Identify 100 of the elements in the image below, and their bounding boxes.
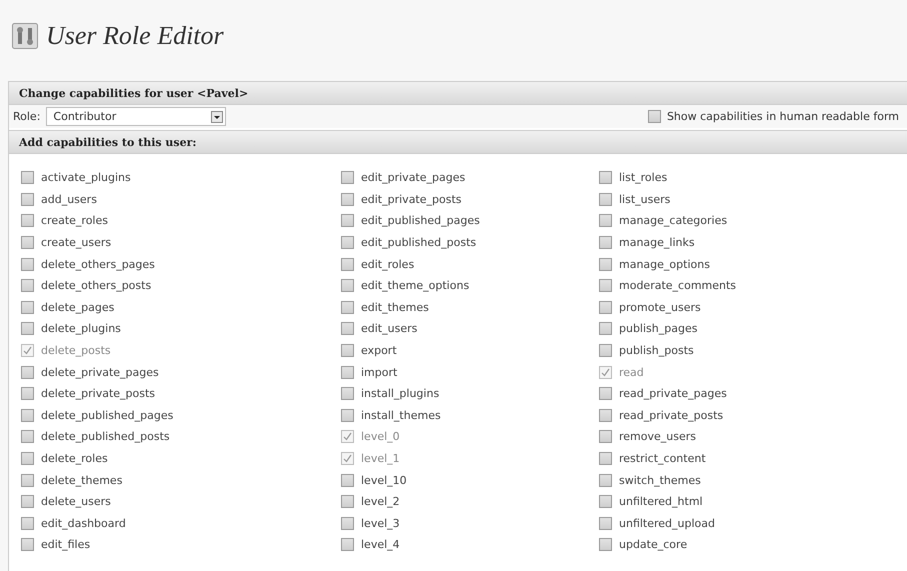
checkbox[interactable] bbox=[341, 300, 354, 314]
checkbox[interactable] bbox=[599, 430, 612, 444]
capability-label: delete_plugins bbox=[41, 322, 121, 336]
checkbox[interactable] bbox=[599, 516, 612, 530]
checkbox[interactable] bbox=[21, 258, 34, 271]
checkbox[interactable] bbox=[599, 236, 612, 250]
capability-label: publish_pages bbox=[619, 322, 698, 336]
capability-label: edit_dashboard bbox=[41, 516, 126, 530]
checkbox[interactable] bbox=[21, 171, 34, 184]
capability-label: remove_users bbox=[619, 430, 696, 444]
capability-label: install_plugins bbox=[361, 387, 440, 400]
checkbox[interactable] bbox=[599, 538, 612, 552]
capability-label: read_private_pages bbox=[619, 387, 727, 400]
capability-label: edit_theme_options bbox=[361, 279, 470, 292]
capability-label: delete_posts bbox=[41, 344, 111, 358]
checkbox[interactable] bbox=[599, 300, 612, 314]
capability-label: delete_themes bbox=[41, 474, 122, 487]
checkbox[interactable] bbox=[341, 171, 354, 184]
capability-label: create_roles bbox=[41, 214, 108, 228]
checkbox[interactable] bbox=[21, 495, 34, 508]
checkbox[interactable] bbox=[341, 279, 354, 292]
checkbox[interactable] bbox=[341, 387, 354, 400]
checkbox[interactable] bbox=[341, 344, 354, 358]
capability-label: level_0 bbox=[361, 430, 400, 444]
checkbox[interactable] bbox=[599, 171, 612, 184]
checkbox[interactable] bbox=[341, 236, 354, 250]
checkbox[interactable] bbox=[21, 236, 34, 250]
checkbox[interactable] bbox=[21, 387, 34, 400]
role-select[interactable]: Contributor bbox=[46, 107, 226, 126]
checkbox[interactable] bbox=[599, 322, 612, 336]
capability-label: export bbox=[361, 344, 397, 358]
capability-label: delete_published_posts bbox=[41, 430, 170, 444]
capability-label: publish_posts bbox=[619, 344, 694, 358]
checkbox[interactable] bbox=[599, 452, 612, 466]
capability-label: add_users bbox=[41, 192, 97, 206]
role-label: Role: bbox=[13, 110, 40, 123]
capability-label: moderate_comments bbox=[619, 279, 736, 292]
capability-label: switch_themes bbox=[619, 474, 701, 487]
checkbox[interactable] bbox=[21, 322, 34, 336]
checkbox[interactable] bbox=[21, 192, 34, 206]
capability-label: activate_plugins bbox=[41, 171, 131, 184]
capability-label: create_users bbox=[41, 236, 112, 250]
checkbox[interactable] bbox=[599, 366, 612, 379]
checkbox[interactable] bbox=[599, 344, 612, 358]
checkbox[interactable] bbox=[21, 300, 34, 314]
capability-label: edit_published_posts bbox=[361, 236, 476, 250]
checkbox[interactable] bbox=[599, 279, 612, 292]
capability-label: level_4 bbox=[361, 538, 400, 552]
capability-label: list_roles bbox=[619, 171, 668, 184]
capability-label: level_2 bbox=[361, 495, 400, 508]
checkbox[interactable] bbox=[341, 322, 354, 336]
checkbox[interactable] bbox=[648, 110, 661, 123]
checkbox[interactable] bbox=[599, 214, 612, 228]
capability-label: edit_files bbox=[41, 538, 90, 552]
checkbox[interactable] bbox=[341, 366, 354, 379]
section-heading: Add capabilities to this user: bbox=[9, 130, 907, 154]
checkbox[interactable] bbox=[599, 387, 612, 400]
capability-label: edit_published_pages bbox=[361, 214, 480, 228]
checkbox[interactable] bbox=[21, 430, 34, 444]
capability-label: delete_others_posts bbox=[41, 279, 152, 292]
checkbox[interactable] bbox=[341, 408, 354, 422]
capability-label: manage_categories bbox=[619, 214, 728, 228]
capability-label: edit_users bbox=[361, 322, 418, 336]
checkbox[interactable] bbox=[21, 408, 34, 422]
checkbox[interactable] bbox=[21, 366, 34, 379]
capability-label: install_themes bbox=[361, 408, 441, 422]
checkbox[interactable] bbox=[21, 538, 34, 552]
capability-label: edit_roles bbox=[361, 258, 414, 271]
capability-label: delete_published_pages bbox=[41, 408, 174, 422]
checkbox[interactable] bbox=[599, 474, 612, 487]
checkbox[interactable] bbox=[341, 258, 354, 271]
checkbox[interactable] bbox=[341, 192, 354, 206]
capability-label: edit_private_posts bbox=[361, 192, 462, 206]
capability-label: delete_private_posts bbox=[41, 387, 156, 400]
checkbox-label: Show capabilities in human readable form bbox=[666, 110, 899, 123]
tools-icon bbox=[12, 23, 38, 49]
checkbox[interactable] bbox=[341, 430, 354, 444]
checkbox[interactable] bbox=[599, 258, 612, 271]
capability-label: manage_options bbox=[619, 258, 710, 271]
capability-label: delete_others_pages bbox=[41, 258, 155, 271]
checkbox[interactable] bbox=[341, 452, 354, 466]
checkbox[interactable] bbox=[341, 516, 354, 530]
capability-label: edit_private_pages bbox=[361, 171, 466, 184]
checkbox[interactable] bbox=[21, 279, 34, 292]
checkbox[interactable] bbox=[21, 344, 34, 358]
checkbox[interactable] bbox=[599, 192, 612, 206]
checkbox[interactable] bbox=[21, 516, 34, 530]
checkbox[interactable] bbox=[599, 408, 612, 422]
checkbox[interactable] bbox=[599, 495, 612, 508]
capability-label: read bbox=[619, 366, 644, 379]
checkbox[interactable] bbox=[341, 495, 354, 508]
page-title: User Role Editor bbox=[46, 21, 224, 51]
checkbox[interactable] bbox=[341, 538, 354, 552]
checkbox[interactable] bbox=[341, 474, 354, 487]
capability-label: level_10 bbox=[361, 474, 407, 487]
checkbox[interactable] bbox=[21, 214, 34, 228]
checkbox[interactable] bbox=[341, 214, 354, 228]
checkbox[interactable] bbox=[21, 452, 34, 466]
checkbox[interactable] bbox=[21, 474, 34, 487]
capability-label: level_3 bbox=[361, 516, 400, 530]
